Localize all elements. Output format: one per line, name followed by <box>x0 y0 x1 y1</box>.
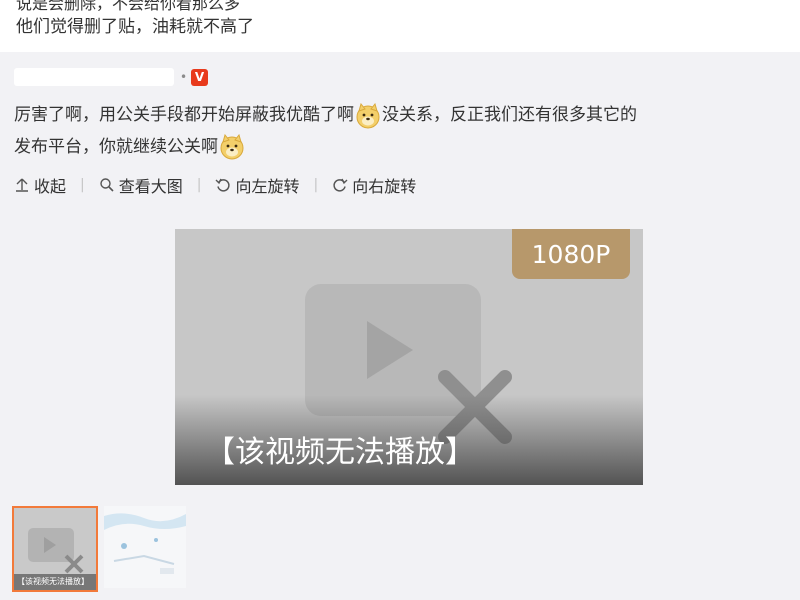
rotate-right-button[interactable]: 向右旋转 <box>332 173 416 197</box>
rotate-left-icon <box>215 177 231 193</box>
comment-user-row: • V <box>14 66 209 88</box>
view-large-label: 查看大图 <box>118 177 183 196</box>
comment-text-part1: 厉害了啊，用公关手段都开始屏蔽我优酷了啊 <box>14 105 354 125</box>
collapse-label: 收起 <box>34 177 67 196</box>
action-separator: | <box>313 177 319 193</box>
magnifier-icon <box>99 177 115 193</box>
thumbnail-video-label: 【该视频无法播放】 <box>14 574 96 590</box>
comment-card: • V 厉害了啊，用公关手段都开始屏蔽我优酷了啊 没关系，反正我们还有很多其它的… <box>0 52 800 600</box>
view-large-button[interactable]: 查看大图 <box>99 173 183 197</box>
action-separator: | <box>196 177 202 193</box>
rotate-right-icon <box>332 177 348 193</box>
rotate-right-label: 向右旋转 <box>352 177 417 196</box>
action-separator: | <box>80 177 85 193</box>
comment-text: 厉害了啊，用公关手段都开始屏蔽我优酷了啊 没关系，反正我们还有很多其它的 发布平… <box>14 100 786 163</box>
thumbnail-video[interactable]: 【该视频无法播放】 <box>12 506 98 592</box>
video-player[interactable]: 1080P 【该视频无法播放】 <box>175 229 643 485</box>
rotate-left-label: 向左旋转 <box>235 177 300 196</box>
arrow-up-icon <box>14 177 30 193</box>
thumbnail-map-image <box>104 506 186 588</box>
collapse-button[interactable]: 收起 <box>14 173 66 197</box>
previous-post-text: 他们觉得删了贴，油耗就不高了 <box>16 17 254 37</box>
thumbnail-strip: 【该视频无法播放】 <box>12 506 186 592</box>
comment-text-part3: 发布平台，你就继续公关啊 <box>14 136 218 157</box>
rotate-left-button[interactable]: 向左旋转 <box>215 173 299 197</box>
image-actions: 收起 | 查看大图 | 向左旋转 | 向右旋转 <box>14 172 416 198</box>
comment-text-part2: 没关系，反正我们还有很多其它的 <box>382 105 637 125</box>
resolution-badge: 1080P <box>512 229 630 279</box>
username-redacted[interactable] <box>14 68 174 86</box>
doge-emoji-icon <box>355 102 381 129</box>
previous-post: 说是会删除，不会给你看那么多 他们觉得删了贴，油耗就不高了 <box>0 0 800 50</box>
thumbnail-image[interactable] <box>104 506 186 588</box>
doge-emoji-icon <box>219 134 245 160</box>
video-unavailable-message: 【该视频无法播放】 <box>205 435 475 470</box>
verified-badge-icon: V <box>191 68 209 86</box>
username-bullet: • <box>180 70 188 84</box>
